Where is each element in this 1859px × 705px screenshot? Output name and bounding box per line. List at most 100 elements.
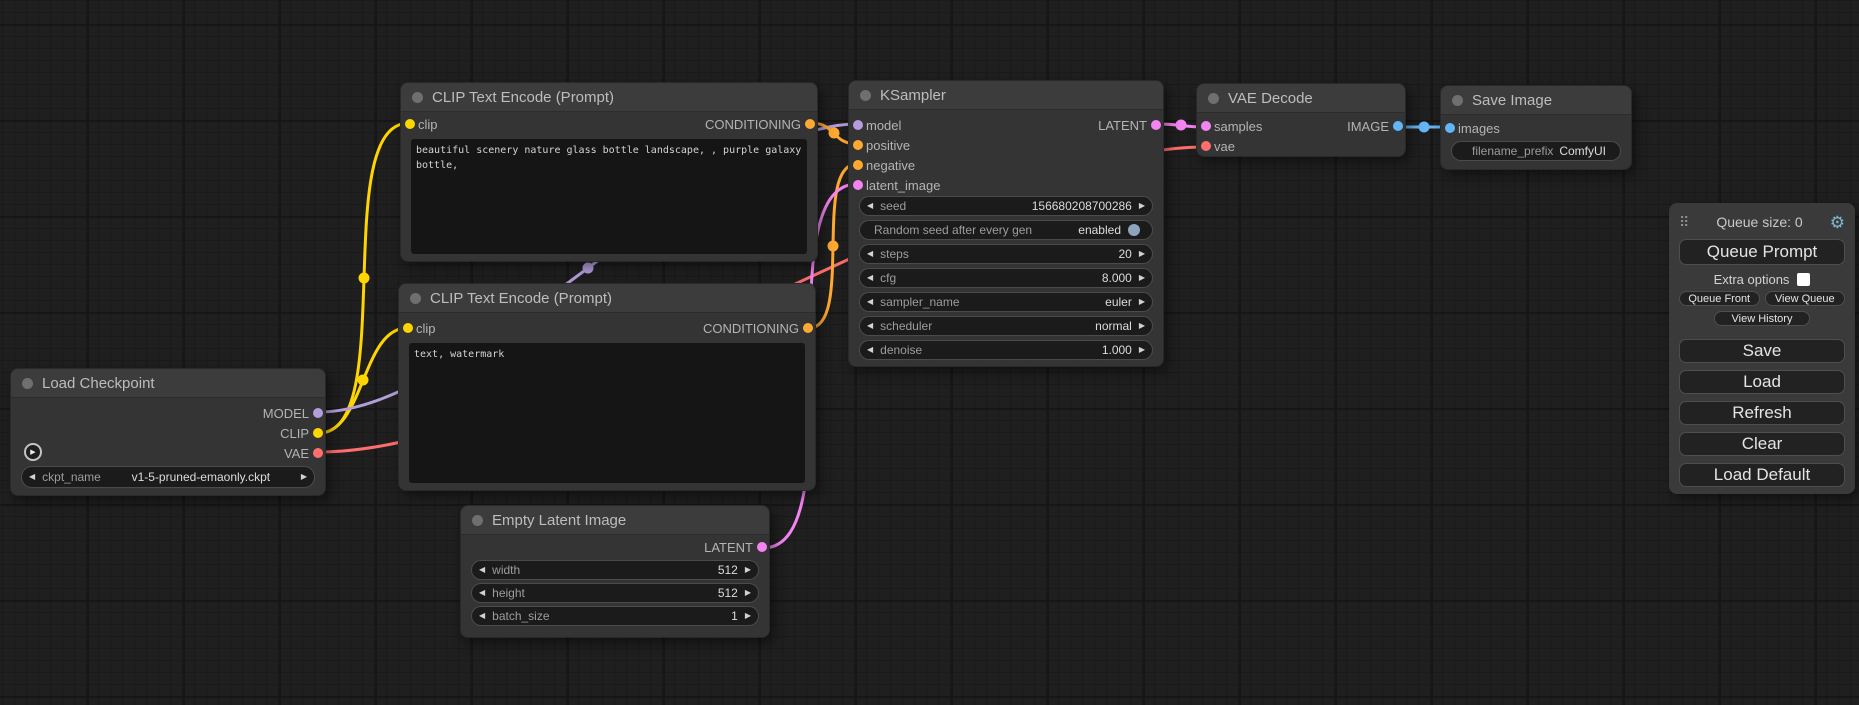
widget-value[interactable]: ComfyUI [1559,144,1606,158]
clip-input-socket[interactable] [405,119,415,129]
toggle-knob-icon[interactable] [1128,224,1140,236]
increment-arrow-icon[interactable]: ▶ [1139,202,1145,210]
collapse-dot-icon[interactable] [410,293,421,304]
slot-label: clip [418,117,438,132]
collapse-dot-icon[interactable] [860,90,871,101]
collapse-dot-icon[interactable] [1452,95,1463,106]
node-title-bar[interactable]: CLIP Text Encode (Prompt) [399,284,815,313]
latent-image-input-socket[interactable] [853,180,863,190]
model-output-socket[interactable] [313,408,323,418]
node-title-bar[interactable]: CLIP Text Encode (Prompt) [401,83,817,112]
conditioning-output-socket[interactable] [805,119,815,129]
denoise-widget[interactable]: ◀ denoise 1.000 ▶ [859,340,1153,360]
extra-options-checkbox[interactable] [1797,273,1810,286]
view-queue-button[interactable]: View Queue [1765,291,1846,306]
view-history-button[interactable]: View History [1714,311,1810,326]
node-title-bar[interactable]: Save Image [1441,86,1631,115]
cfg-widget[interactable]: ◀ cfg 8.000 ▶ [859,268,1153,288]
node-empty-latent-image[interactable]: Empty Latent Image LATENT ◀ width 512 ▶ … [460,505,770,638]
prompt-textarea[interactable]: text, watermark [409,343,805,483]
node-title-bar[interactable]: KSampler [849,81,1163,110]
decrement-arrow-icon[interactable]: ◀ [867,322,873,330]
circled-arrow-icon[interactable]: ▶ [24,443,42,461]
images-input-socket[interactable] [1445,123,1455,133]
increment-arrow-icon[interactable]: ▶ [1139,322,1145,330]
collapse-dot-icon[interactable] [412,92,423,103]
latent-output-socket[interactable] [757,542,767,552]
decrement-arrow-icon[interactable]: ◀ [479,566,485,574]
model-input-socket[interactable] [853,120,863,130]
vae-input-socket[interactable] [1201,141,1211,151]
widget-value[interactable]: 8.000 [1102,271,1132,285]
widget-value[interactable]: v1-5-pruned-emaonly.ckpt [132,470,271,484]
refresh-button[interactable]: Refresh [1679,401,1845,425]
width-widget[interactable]: ◀ width 512 ▶ [471,560,759,580]
negative-input-socket[interactable] [853,160,863,170]
conditioning-output-socket[interactable] [803,323,813,333]
scheduler-widget[interactable]: ◀ scheduler normal ▶ [859,316,1153,336]
save-button[interactable]: Save [1679,339,1845,363]
node-clip-text-encode-negative[interactable]: CLIP Text Encode (Prompt) clip CONDITION… [398,283,816,491]
settings-gear-icon[interactable]: ⚙ [1830,214,1845,231]
decrement-arrow-icon[interactable]: ◀ [479,589,485,597]
widget-value[interactable]: 512 [718,563,738,577]
drag-handle-icon[interactable]: ⠿ [1679,214,1689,231]
node-ksampler[interactable]: KSampler model LATENT positive negative … [848,80,1164,367]
increment-arrow-icon[interactable]: ▶ [1139,274,1145,282]
increment-arrow-icon[interactable]: ▶ [1139,250,1145,258]
filename-prefix-widget[interactable]: filename_prefix ComfyUI [1451,141,1621,161]
node-load-checkpoint[interactable]: Load Checkpoint MODEL CLIP VAE ▶ ◀ ckpt_… [10,368,326,496]
widget-value[interactable]: 1 [731,609,738,623]
load-button[interactable]: Load [1679,370,1845,394]
prompt-textarea[interactable]: beautiful scenery nature glass bottle la… [411,139,807,254]
node-save-image[interactable]: Save Image images filename_prefix ComfyU… [1440,85,1632,170]
batch-size-widget[interactable]: ◀ batch_size 1 ▶ [471,606,759,626]
queue-front-button[interactable]: Queue Front [1679,291,1760,306]
decrement-arrow-icon[interactable]: ◀ [867,202,873,210]
steps-widget[interactable]: ◀ steps 20 ▶ [859,244,1153,264]
vae-output-socket[interactable] [313,448,323,458]
samples-input-socket[interactable] [1201,121,1211,131]
collapse-dot-icon[interactable] [22,378,33,389]
clear-button[interactable]: Clear [1679,432,1845,456]
clip-input-socket[interactable] [403,323,413,333]
increment-arrow-icon[interactable]: ▶ [1139,346,1145,354]
decrement-arrow-icon[interactable]: ◀ [867,346,873,354]
latent-output-socket[interactable] [1151,120,1161,130]
decrement-arrow-icon[interactable]: ◀ [479,612,485,620]
decrement-arrow-icon[interactable]: ◀ [867,250,873,258]
decrement-arrow-icon[interactable]: ◀ [867,274,873,282]
increment-arrow-icon[interactable]: ▶ [745,612,751,620]
queue-prompt-button[interactable]: Queue Prompt [1679,239,1845,265]
widget-value[interactable]: normal [1095,319,1132,333]
increment-arrow-icon[interactable]: ▶ [301,473,307,481]
node-title-bar[interactable]: VAE Decode [1197,84,1405,113]
widget-value[interactable]: 156680208700286 [1032,199,1132,213]
positive-input-socket[interactable] [853,140,863,150]
increment-arrow-icon[interactable]: ▶ [745,589,751,597]
widget-value[interactable]: 1.000 [1102,343,1132,357]
height-widget[interactable]: ◀ height 512 ▶ [471,583,759,603]
widget-value[interactable]: 20 [1118,247,1131,261]
decrement-arrow-icon[interactable]: ◀ [29,473,35,481]
sampler-name-widget[interactable]: ◀ sampler_name euler ▶ [859,292,1153,312]
collapse-dot-icon[interactable] [472,515,483,526]
random-seed-toggle-widget[interactable]: Random seed after every gen enabled [859,220,1153,240]
increment-arrow-icon[interactable]: ▶ [1139,298,1145,306]
node-vae-decode[interactable]: VAE Decode samples IMAGE vae [1196,83,1406,157]
ckpt-name-widget[interactable]: ◀ ckpt_name v1-5-pruned-emaonly.ckpt ▶ [21,466,315,488]
decrement-arrow-icon[interactable]: ◀ [867,298,873,306]
load-default-button[interactable]: Load Default [1679,463,1845,487]
image-output-socket[interactable] [1393,121,1403,131]
collapse-dot-icon[interactable] [1208,93,1219,104]
widget-value[interactable]: euler [1105,295,1132,309]
node-clip-text-encode-positive[interactable]: CLIP Text Encode (Prompt) clip CONDITION… [400,82,818,262]
widget-label: cfg [880,271,896,285]
increment-arrow-icon[interactable]: ▶ [745,566,751,574]
node-title-bar[interactable]: Load Checkpoint [11,369,325,398]
seed-widget[interactable]: ◀ seed 156680208700286 ▶ [859,196,1153,216]
node-graph-canvas[interactable]: Load Checkpoint MODEL CLIP VAE ▶ ◀ ckpt_… [0,0,1859,705]
node-title-bar[interactable]: Empty Latent Image [461,506,769,535]
widget-value[interactable]: 512 [718,586,738,600]
clip-output-socket[interactable] [313,428,323,438]
